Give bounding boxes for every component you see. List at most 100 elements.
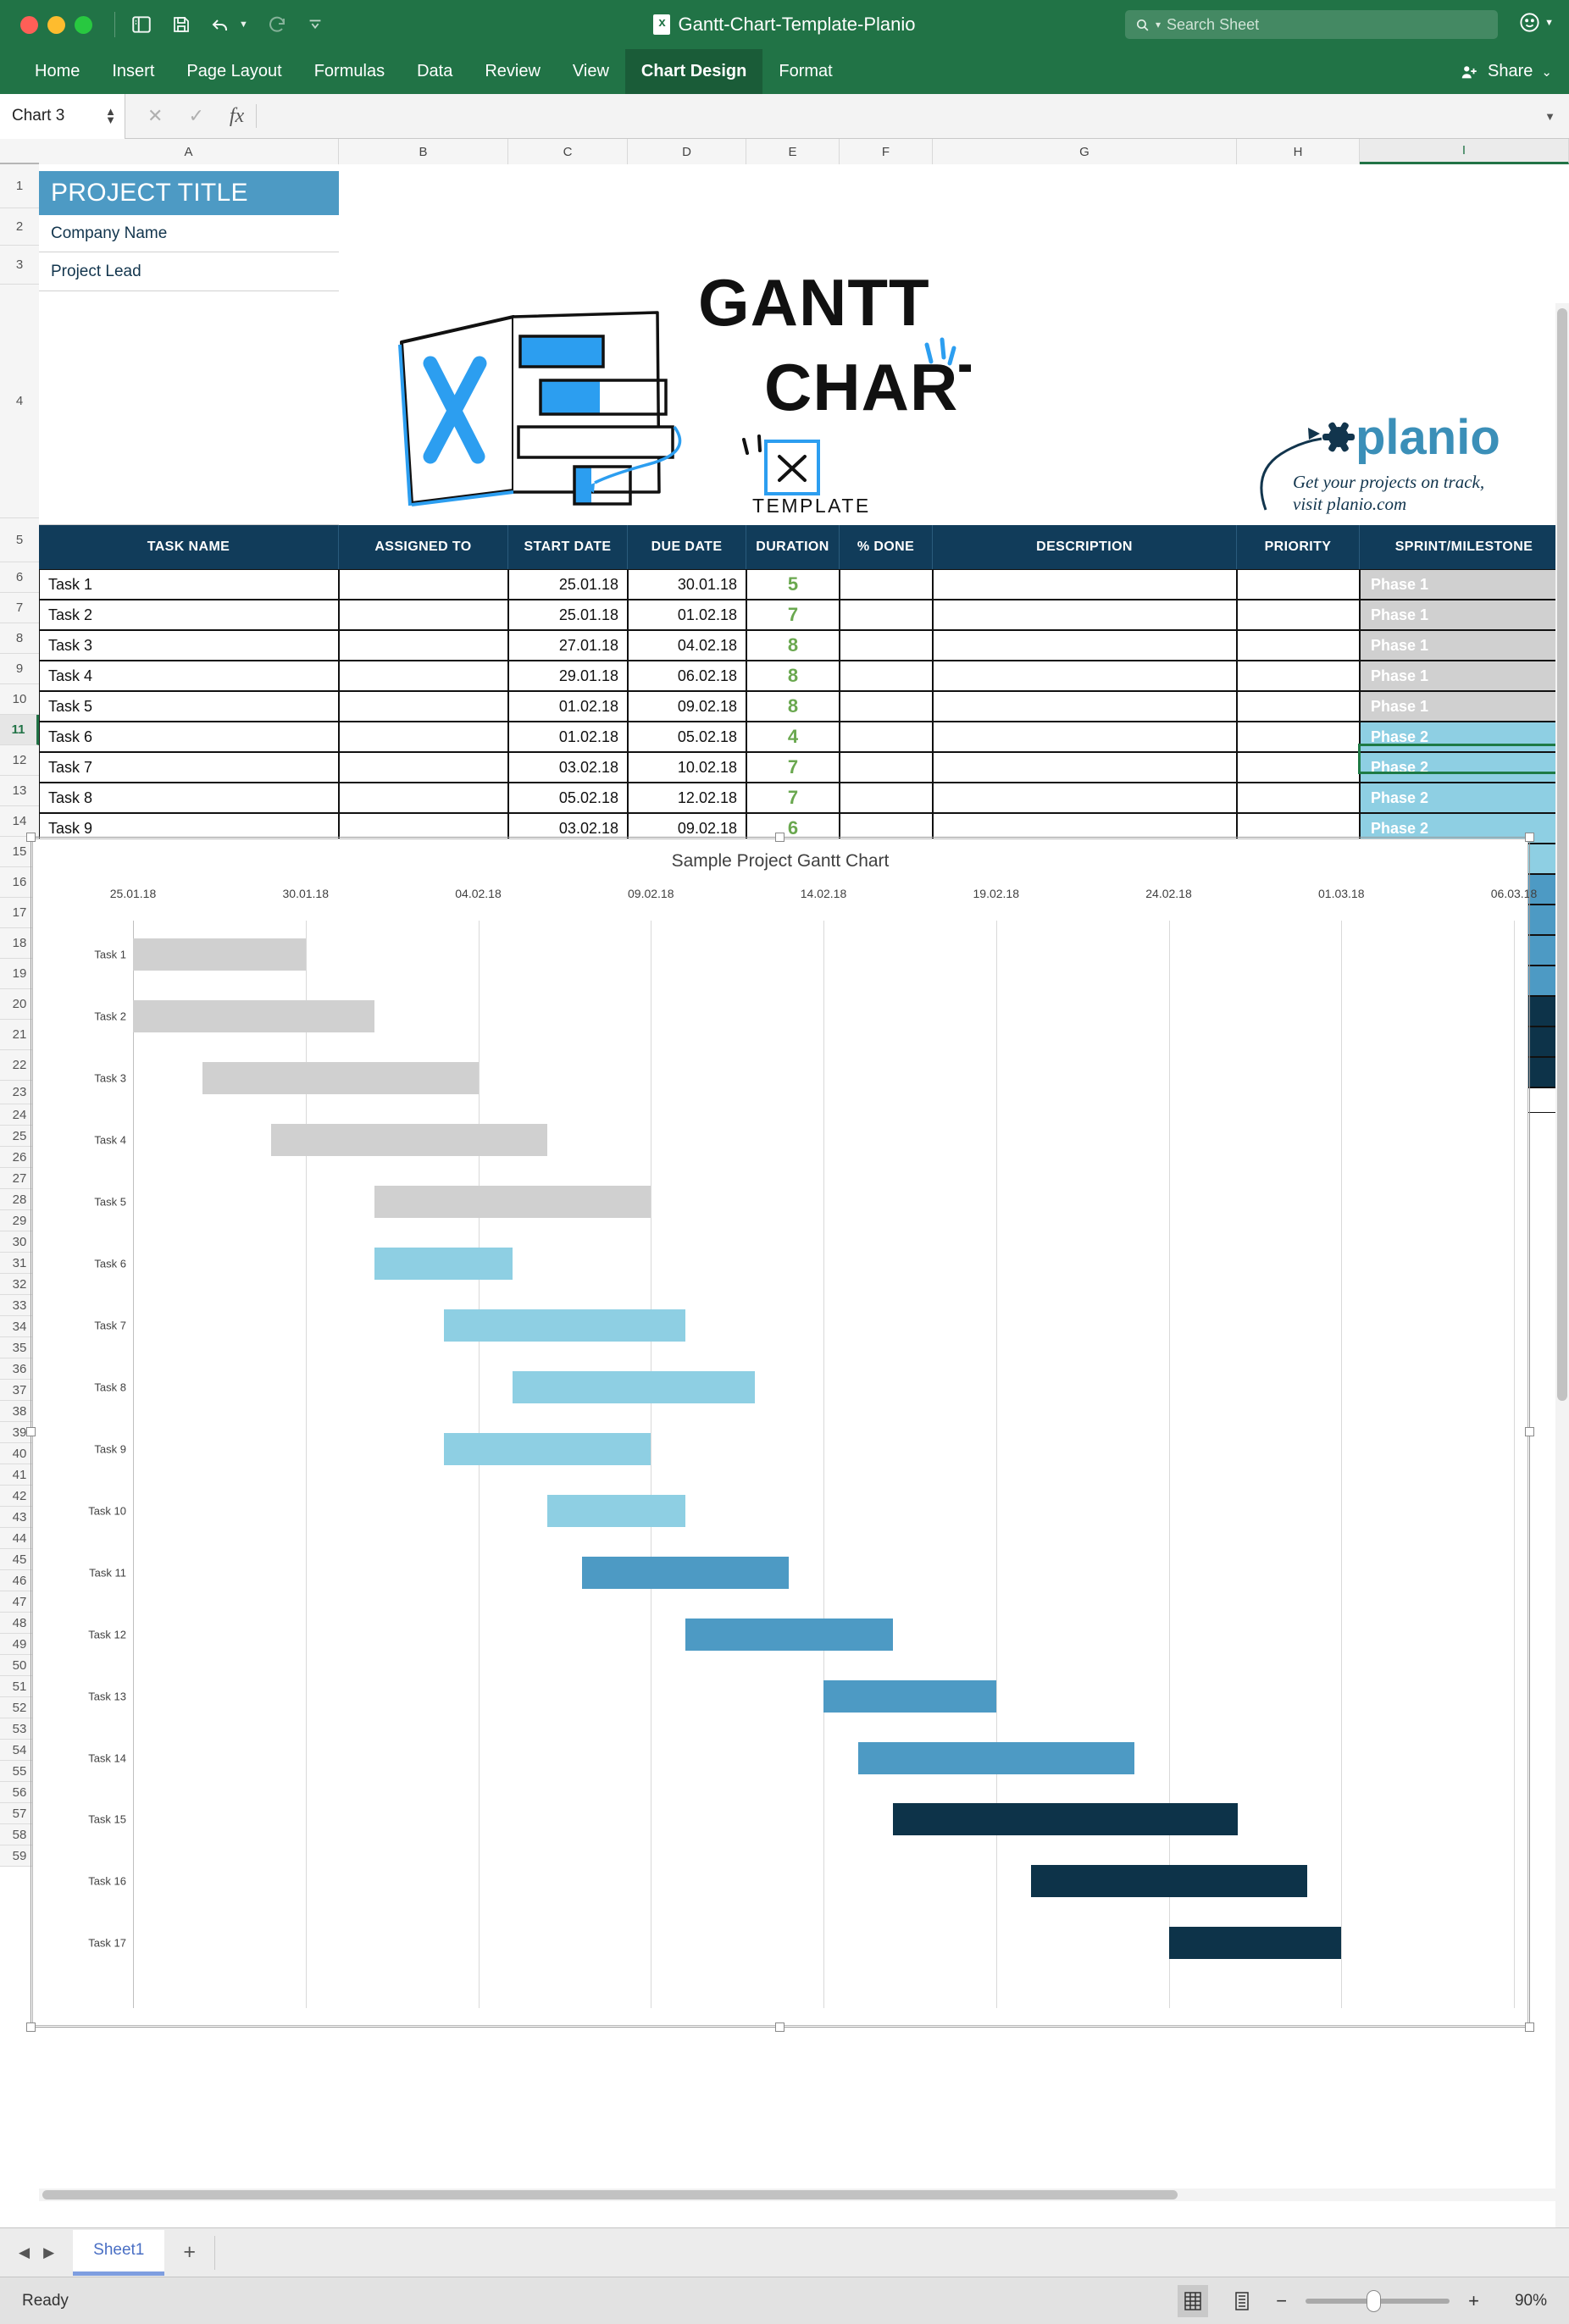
tab-chart-design[interactable]: Chart Design <box>624 49 763 94</box>
normal-view-icon[interactable] <box>1178 2285 1209 2317</box>
cell-description-13[interactable] <box>933 783 1237 813</box>
chart-bar-6[interactable] <box>374 1247 513 1280</box>
row-header-9[interactable]: 9 <box>0 654 39 684</box>
cell-sprint-13[interactable]: Phase 2 <box>1360 783 1569 813</box>
chart-bar-9[interactable] <box>443 1432 651 1465</box>
cancel-icon[interactable]: ✕ <box>147 105 163 127</box>
cell-priority-7[interactable] <box>1237 600 1360 630</box>
undo-dropdown-icon[interactable]: ▼ <box>239 19 248 30</box>
zoom-out-icon[interactable]: − <box>1276 2290 1287 2312</box>
next-sheet-icon[interactable]: ▶ <box>43 2244 54 2261</box>
cell-done-8[interactable] <box>840 630 933 661</box>
close-window-button[interactable] <box>20 15 38 34</box>
vertical-scroll-thumb[interactable] <box>1557 308 1567 1401</box>
chart-bar-4[interactable] <box>271 1123 547 1156</box>
cell-sprint-10[interactable]: Phase 1 <box>1360 691 1569 722</box>
cell-sprint-11[interactable]: Phase 2 <box>1360 722 1569 752</box>
horizontal-scroll-thumb[interactable] <box>42 2190 1178 2200</box>
feedback-button[interactable]: ▼ <box>1518 11 1554 34</box>
row-header-6[interactable]: 6 <box>0 562 39 593</box>
undo-icon[interactable] <box>210 14 232 35</box>
zoom-in-icon[interactable]: + <box>1468 2290 1479 2312</box>
cell-start-11[interactable]: 01.02.18 <box>508 722 628 752</box>
cell-done-6[interactable] <box>840 569 933 600</box>
vertical-scrollbar[interactable] <box>1555 303 1569 2324</box>
chart-bar-7[interactable] <box>443 1309 685 1342</box>
share-dropdown-icon[interactable]: ⌄ <box>1541 64 1552 80</box>
more-icon[interactable] <box>306 15 324 34</box>
cell-description-10[interactable] <box>933 691 1237 722</box>
cell-start-9[interactable]: 29.01.18 <box>508 661 628 691</box>
cell-due-13[interactable]: 12.02.18 <box>628 783 746 813</box>
redo-icon[interactable] <box>267 14 287 35</box>
cell-assigned-9[interactable] <box>339 661 508 691</box>
maximize-window-button[interactable] <box>75 15 92 34</box>
cell-due-9[interactable]: 06.02.18 <box>628 661 746 691</box>
tab-view[interactable]: View <box>557 49 625 94</box>
chart-bar-8[interactable] <box>513 1370 755 1403</box>
company-name-cell[interactable]: Company Name <box>39 215 339 252</box>
column-header-A[interactable]: A <box>39 139 339 164</box>
row-header-4[interactable]: 4 <box>0 285 39 518</box>
save-icon[interactable] <box>171 14 191 35</box>
cell-description-9[interactable] <box>933 661 1237 691</box>
cell-description-11[interactable] <box>933 722 1237 752</box>
cell-done-13[interactable] <box>840 783 933 813</box>
cell-duration-6[interactable]: 5 <box>746 569 840 600</box>
cell-task-9[interactable]: Task 4 <box>39 661 339 691</box>
cell-priority-10[interactable] <box>1237 691 1360 722</box>
cell-due-11[interactable]: 05.02.18 <box>628 722 746 752</box>
page-layout-icon[interactable] <box>1227 2285 1257 2317</box>
cell-description-8[interactable] <box>933 630 1237 661</box>
cell-assigned-12[interactable] <box>339 752 508 783</box>
cell-priority-13[interactable] <box>1237 783 1360 813</box>
cell-done-9[interactable] <box>840 661 933 691</box>
cell-start-12[interactable]: 03.02.18 <box>508 752 628 783</box>
row-header-8[interactable]: 8 <box>0 623 39 654</box>
project-title-cell[interactable]: PROJECT TITLE <box>39 171 339 215</box>
name-box-stepper[interactable]: ▲ ▼ <box>105 106 116 125</box>
tab-data[interactable]: Data <box>401 49 468 94</box>
column-header-H[interactable]: H <box>1237 139 1360 164</box>
cell-start-7[interactable]: 25.01.18 <box>508 600 628 630</box>
cell-done-10[interactable] <box>840 691 933 722</box>
cell-start-10[interactable]: 01.02.18 <box>508 691 628 722</box>
zoom-slider[interactable] <box>1306 2290 1450 2312</box>
tab-format[interactable]: Format <box>762 49 848 94</box>
cell-task-12[interactable]: Task 7 <box>39 752 339 783</box>
horizontal-scrollbar[interactable] <box>39 2188 1555 2201</box>
cell-due-10[interactable]: 09.02.18 <box>628 691 746 722</box>
cell-duration-8[interactable]: 8 <box>746 630 840 661</box>
tab-review[interactable]: Review <box>468 49 557 94</box>
window-controls[interactable] <box>20 15 92 34</box>
cell-task-11[interactable]: Task 6 <box>39 722 339 752</box>
cell-duration-7[interactable]: 7 <box>746 600 840 630</box>
project-lead-cell[interactable]: Project Lead <box>39 252 339 291</box>
chart-bar-17[interactable] <box>1168 1927 1342 1960</box>
chart-bar-5[interactable] <box>374 1185 651 1218</box>
cell-sprint-9[interactable]: Phase 1 <box>1360 661 1569 691</box>
chart-handle-ml[interactable] <box>26 1427 36 1436</box>
tab-page-layout[interactable]: Page Layout <box>170 49 297 94</box>
cell-priority-11[interactable] <box>1237 722 1360 752</box>
cell-priority-9[interactable] <box>1237 661 1360 691</box>
row-header-10[interactable]: 10 <box>0 684 39 715</box>
cell-task-7[interactable]: Task 2 <box>39 600 339 630</box>
cell-start-13[interactable]: 05.02.18 <box>508 783 628 813</box>
chart-bar-14[interactable] <box>857 1741 1134 1774</box>
cell-duration-10[interactable]: 8 <box>746 691 840 722</box>
chart-bar-12[interactable] <box>685 1618 893 1651</box>
column-header-C[interactable]: C <box>508 139 628 164</box>
row-header-13[interactable]: 13 <box>0 776 39 806</box>
cell-sprint-7[interactable]: Phase 1 <box>1360 600 1569 630</box>
chart-bar-16[interactable] <box>1030 1865 1307 1898</box>
chart-handle-br[interactable] <box>1525 2022 1534 2032</box>
cell-done-12[interactable] <box>840 752 933 783</box>
cell-assigned-6[interactable] <box>339 569 508 600</box>
column-header-D[interactable]: D <box>628 139 746 164</box>
empty-cell-a4[interactable] <box>39 291 339 525</box>
prev-sheet-icon[interactable]: ◀ <box>19 2244 30 2261</box>
name-box[interactable]: Chart 3 ▲ ▼ <box>0 93 125 139</box>
chart-bar-11[interactable] <box>581 1556 790 1589</box>
gantt-chart-object[interactable]: Sample Project Gantt Chart 25.01.18 30.01… <box>32 838 1537 2026</box>
